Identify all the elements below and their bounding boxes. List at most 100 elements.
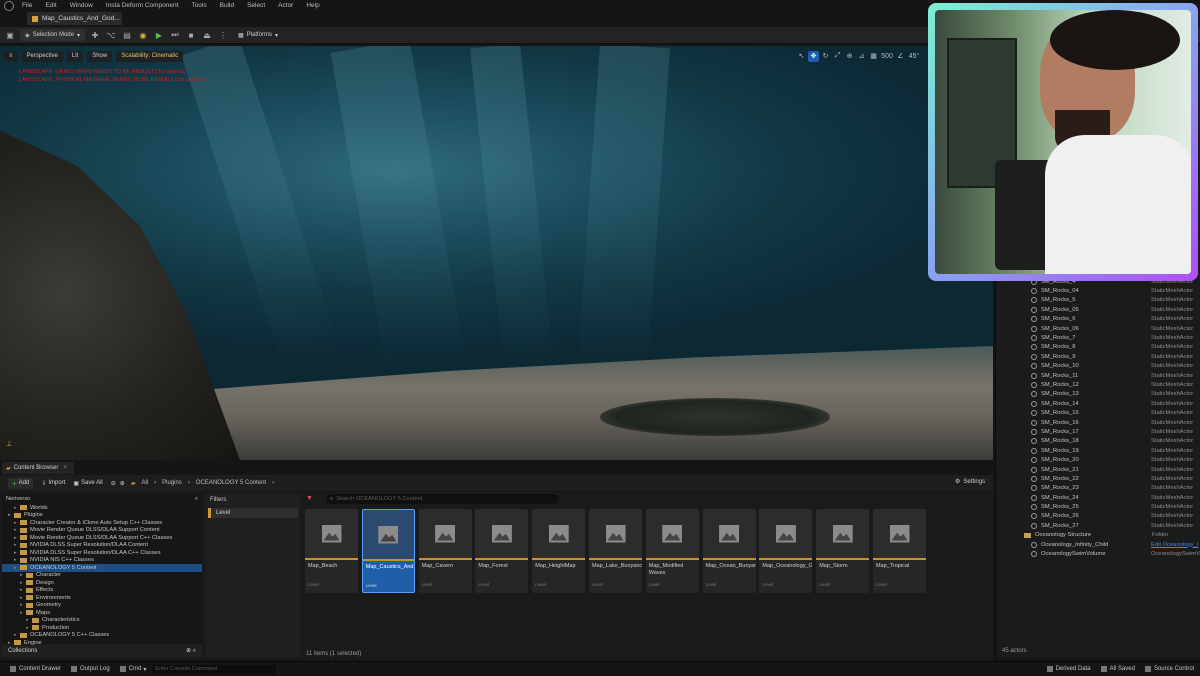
content-browser-tab[interactable]: ▰ Content Browser × [2, 462, 74, 474]
outliner-row[interactable]: SM_Rocks_11 StaticMeshActor [996, 371, 1200, 380]
perspective-button[interactable]: Perspective [21, 50, 63, 62]
collections-header[interactable]: Collections ⊕ ⌕ [2, 645, 202, 657]
folder-tree-item[interactable]: ▸ OCEANOLOGY 5 C++ Classes [2, 632, 202, 640]
outliner-row[interactable]: SM_Rocks_20 StaticMeshActor [996, 455, 1200, 464]
outliner-row[interactable]: SM_Rocks_22 StaticMeshActor [996, 474, 1200, 483]
blueprint-icon[interactable]: ⌥ [105, 29, 117, 41]
outliner-row[interactable]: SM_Rocks_27 StaticMeshActor [996, 521, 1200, 530]
step-icon[interactable]: ⏭ [169, 29, 181, 41]
cinematics-icon[interactable]: ▤ [121, 29, 133, 41]
outliner-row[interactable]: SM_Rocks_7 StaticMeshActor [996, 333, 1200, 342]
save-icon[interactable]: ▣ [4, 29, 16, 41]
grid-icon[interactable]: ▦ [868, 51, 879, 62]
outliner-row[interactable]: SM_Rocks_12 StaticMeshActor [996, 380, 1200, 389]
all-saved-button[interactable]: All Saved [1100, 666, 1135, 672]
folder-tree-item[interactable]: ▸ NVIDIA NIS C++ Classes [2, 557, 202, 565]
scalability-badge[interactable]: Scalability: Cinematic [116, 50, 184, 62]
breadcrumb-all[interactable]: All [141, 480, 148, 486]
folder-tree-item[interactable]: ▸ OCEANOLOGY 5 Content [2, 564, 202, 572]
outliner-row[interactable]: SM_Rocks_15 StaticMeshActor [996, 408, 1200, 417]
outliner-row[interactable]: SM_Rocks_19 StaticMeshActor [996, 446, 1200, 455]
outliner-row[interactable]: SM_Rocks_25 StaticMeshActor [996, 502, 1200, 511]
outliner-row[interactable]: SM_Rocks_21 StaticMeshActor [996, 465, 1200, 474]
level-tab[interactable]: Map_Caustics_And_God... [27, 12, 122, 25]
viewport-options-button[interactable]: ≡ [4, 50, 18, 62]
asset-tile[interactable]: Map_Storm Level [816, 509, 870, 593]
outliner-row[interactable]: SM_Rocks_9 StaticMeshActor [996, 352, 1200, 361]
folder-tree-item[interactable]: ▸ Plugins [2, 512, 202, 520]
outliner-row[interactable]: Oceanology_Infinity_Child Edit Oceanology… [996, 540, 1200, 549]
menu-item-edit[interactable]: Edit [45, 2, 56, 9]
history-back-icon[interactable]: ⊖ [111, 480, 116, 487]
history-forward-icon[interactable]: ⊕ [120, 480, 125, 487]
menu-item-actor[interactable]: Actor [278, 2, 293, 9]
more-options-icon[interactable]: ⋮ [217, 29, 229, 41]
asset-tile[interactable]: Map_Forest Level [475, 509, 529, 593]
folder-tree-item[interactable]: ▸ Maps [2, 609, 202, 617]
unreal-logo-icon[interactable] [4, 0, 14, 11]
level-viewport[interactable]: ≡ Perspective Lit Show Scalability: Cine… [0, 46, 993, 460]
menu-item-select[interactable]: Select [247, 2, 265, 9]
content-drawer-button[interactable]: Content Drawer [10, 666, 61, 672]
import-button[interactable]: ⇩ Import [41, 480, 65, 487]
filter-level[interactable]: Level [208, 508, 298, 518]
outliner-row[interactable]: SM_Rocks_10 StaticMeshActor [996, 362, 1200, 371]
actor-type[interactable]: Edit Oceanology_I [1151, 542, 1198, 548]
outliner-row[interactable]: SM_Rocks_04 StaticMeshActor [996, 286, 1200, 295]
select-icon[interactable]: ↖ [796, 51, 807, 62]
asset-tile[interactable]: Map_Beach Level [305, 509, 358, 593]
folder-tree-item[interactable]: ▸ Character Creator & iClone Auto Setup C… [2, 519, 202, 527]
outliner-row[interactable]: SM_Rocks_8 StaticMeshActor [996, 343, 1200, 352]
search-icon[interactable]: ⌕ [195, 496, 198, 503]
console-input[interactable]: Enter Console Command [152, 664, 277, 674]
add-actor-icon[interactable]: ✚ [89, 29, 101, 41]
settings-button[interactable]: ⚙ Settings [955, 478, 985, 486]
outliner-row[interactable]: SM_Rocks_24 StaticMeshActor [996, 493, 1200, 502]
folder-tree-item[interactable]: ▸ NVIDIA DLSS Super Resolution/DLAA Conte… [2, 542, 202, 550]
folder-tree-item[interactable]: ▸ Worlds [2, 504, 202, 512]
move-icon[interactable]: ✥ [808, 50, 819, 62]
menu-item-file[interactable]: File [22, 2, 32, 9]
asset-tile[interactable]: Map_Modified Waves Level [645, 509, 699, 593]
outliner-row[interactable]: SM_Rocks_6 StaticMeshActor [996, 315, 1200, 324]
menu-item-build[interactable]: Build [220, 2, 234, 9]
outliner-row[interactable]: SM_Rocks_23 StaticMeshActor [996, 484, 1200, 493]
stop-icon[interactable]: ■ [185, 29, 197, 41]
outliner-row[interactable]: SM_Rocks_13 StaticMeshActor [996, 390, 1200, 399]
lit-button[interactable]: Lit [66, 50, 84, 62]
show-button[interactable]: Show [87, 50, 113, 62]
add-collection-icon[interactable]: ⊕ ⌕ [186, 647, 196, 655]
folder-tree-item[interactable]: ▸ Environments [2, 594, 202, 602]
folder-tree-item[interactable]: ▸ Production [2, 624, 202, 632]
outliner-row[interactable]: SM_Rocks_26 StaticMeshActor [996, 512, 1200, 521]
outliner-row[interactable]: SM_Rocks_16 StaticMeshActor [996, 418, 1200, 427]
add-button[interactable]: + Add [8, 477, 34, 489]
outliner-row[interactable]: SM_Rocks_5 StaticMeshActor [996, 296, 1200, 305]
angle-snap-icon[interactable]: ∠ [895, 51, 906, 62]
outliner-row[interactable]: OceanologySwimVolume OceanologySwimV [996, 549, 1200, 558]
surface-snap-icon[interactable]: ⊿ [856, 51, 867, 62]
asset-tile[interactable]: Map_Cavern Level [418, 509, 472, 593]
asset-search-input[interactable]: ⌕ Search OCEANOLOGY 5 Content [326, 494, 559, 504]
menu-item-window[interactable]: Window [70, 2, 93, 9]
outliner-folder-row[interactable]: Oceanology Structure Folder [996, 531, 1200, 540]
outliner-row[interactable]: SM_Rocks_05 StaticMeshActor [996, 305, 1200, 314]
asset-tile[interactable]: Map_Lake_Buoyancy Level [589, 509, 642, 593]
folder-tree-item[interactable]: ▸ Character [2, 572, 202, 580]
folder-tree-item[interactable]: ▸ Geometry [2, 602, 202, 610]
folder-tree-item[interactable]: ▸ NVIDIA DLSS Super Resolution/DLAA C++ C… [2, 549, 202, 557]
build-icon[interactable]: ◉ [137, 29, 149, 41]
asset-tile[interactable]: Map_Ocean_Buoyancy Level [702, 509, 756, 593]
play-icon[interactable]: ▶ [153, 29, 165, 41]
tree-root[interactable]: Neriverso ⌕ [2, 494, 202, 504]
folder-tree-item[interactable]: ▸ Movie Render Queue DLSS/DLAA Support C+… [2, 534, 202, 542]
asset-tile[interactable]: Map_Caustics_And_GodRays Level [361, 509, 415, 593]
outliner-row[interactable]: SM_Rocks_14 StaticMeshActor [996, 399, 1200, 408]
folder-tree-item[interactable]: ▸ Design [2, 579, 202, 587]
menu-item-insta-deform-component[interactable]: Insta Deform Component [106, 2, 179, 9]
world-icon[interactable]: ⊕ [844, 51, 855, 62]
folder-tree-item[interactable]: ▸ Movie Render Queue DLSS/DLAA Support Co… [2, 527, 202, 535]
filter-icon[interactable]: ▼ [306, 495, 313, 502]
folder-icon[interactable]: ▰ [131, 480, 136, 487]
platforms-dropdown[interactable]: ▦ Platforms ▾ [233, 29, 283, 41]
